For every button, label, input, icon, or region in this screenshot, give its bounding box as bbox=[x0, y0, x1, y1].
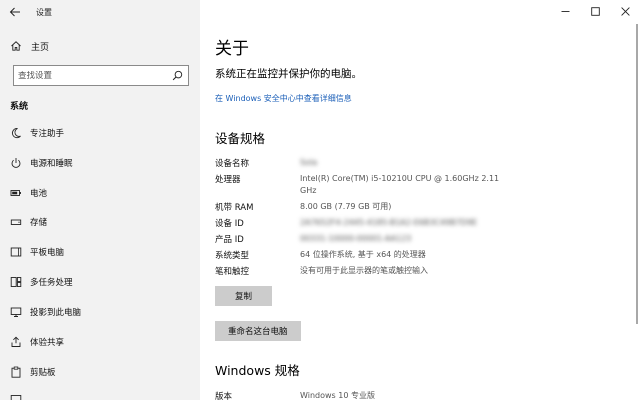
multitask-icon bbox=[10, 276, 22, 288]
home-icon bbox=[11, 41, 21, 51]
spec-value: Windows 10 专业版 bbox=[300, 391, 375, 400]
sidebar-item-label: 电池 bbox=[30, 189, 48, 199]
sidebar-item-shared-experiences[interactable]: 体验共享 bbox=[0, 330, 200, 354]
spec-value: 2A7652F4-2445-4185-B1A2-E6B3C49B7D9E bbox=[300, 218, 478, 227]
share-icon bbox=[10, 336, 22, 348]
back-arrow-icon bbox=[9, 7, 20, 17]
battery-icon bbox=[10, 187, 22, 199]
spec-key: 笔和触控 bbox=[215, 267, 250, 277]
close-icon bbox=[620, 6, 630, 16]
tablet-icon bbox=[10, 246, 22, 258]
app-title: 设置 bbox=[36, 7, 52, 17]
spec-key: 机带 RAM bbox=[215, 203, 254, 213]
spec-key: 系统类型 bbox=[215, 251, 250, 261]
sidebar: 设置 主页 系统 专注助手 电源和睡眠 电池 存储 平板电脑 多任务处理 投影到… bbox=[0, 0, 200, 400]
spec-row-device-id: 设备 ID 2A7652F4-2445-4185-B1A2-E6B3C49B7D… bbox=[215, 217, 510, 229]
back-button[interactable] bbox=[0, 0, 30, 24]
window-controls bbox=[550, 0, 640, 22]
sidebar-item-label: 剪贴板 bbox=[30, 368, 56, 378]
titlebar-left: 设置 bbox=[0, 0, 200, 24]
spec-row-processor: 处理器 Intel(R) Core(TM) i5-10210U CPU @ 1.… bbox=[215, 173, 510, 197]
protection-status-text: 系统正在监控并保护你的电脑。 bbox=[215, 68, 362, 80]
maximize-button[interactable] bbox=[580, 0, 610, 22]
scrollbar[interactable] bbox=[636, 24, 638, 324]
search-input[interactable] bbox=[14, 70, 164, 81]
power-icon bbox=[10, 157, 22, 169]
sidebar-item-label: 专注助手 bbox=[30, 129, 65, 139]
main-content: 关于 系统正在监控并保护你的电脑。 在 Windows 安全中心中查看详细信息 … bbox=[200, 0, 640, 400]
spec-key: 设备 ID bbox=[215, 219, 244, 229]
sidebar-item-power-sleep[interactable]: 电源和睡眠 bbox=[0, 151, 200, 175]
device-specs-heading: 设备规格 bbox=[215, 131, 266, 146]
spec-value: 00331-10000-00001-AA123 bbox=[300, 234, 412, 243]
clipboard-icon bbox=[10, 366, 22, 378]
spec-key: 版本 bbox=[215, 392, 233, 400]
windows-specs-heading: Windows 规格 bbox=[215, 363, 300, 378]
sidebar-item-label: 体验共享 bbox=[30, 338, 65, 348]
sidebar-item-label: 主页 bbox=[31, 42, 50, 53]
copy-button[interactable]: 复制 bbox=[215, 286, 272, 306]
spec-row-device-name: 设备名称 Sola bbox=[215, 157, 510, 169]
search-box[interactable] bbox=[13, 65, 189, 86]
projector-icon bbox=[10, 306, 22, 318]
spec-row-system-type: 系统类型 64 位操作系统, 基于 x64 的处理器 bbox=[215, 249, 510, 261]
close-button[interactable] bbox=[610, 0, 640, 22]
sidebar-item-project-to-pc[interactable]: 投影到此电脑 bbox=[0, 300, 200, 324]
sidebar-item-tablet[interactable]: 平板电脑 bbox=[0, 240, 200, 264]
spec-row-ram: 机带 RAM 8.00 GB (7.79 GB 可用) bbox=[215, 201, 510, 213]
spec-row-edition: 版本 Windows 10 专业版 bbox=[215, 390, 510, 400]
spec-key: 处理器 bbox=[215, 175, 241, 185]
spec-value: 64 位操作系统, 基于 x64 的处理器 bbox=[300, 250, 426, 259]
sidebar-item-focus-assist[interactable]: 专注助手 bbox=[0, 121, 200, 145]
sidebar-item-clipboard[interactable]: 剪贴板 bbox=[0, 360, 200, 384]
spec-row-pen-touch: 笔和触控 没有可用于此显示器的笔或触控输入 bbox=[215, 265, 510, 277]
sidebar-item-remote-desktop[interactable] bbox=[0, 388, 200, 400]
minimize-button[interactable] bbox=[550, 0, 580, 22]
spec-row-product-id: 产品 ID 00331-10000-00001-AA123 bbox=[215, 233, 510, 245]
spec-key: 设备名称 bbox=[215, 159, 250, 169]
sidebar-item-label: 存储 bbox=[30, 218, 48, 228]
remote-desktop-icon bbox=[10, 394, 22, 400]
sidebar-item-storage[interactable]: 存储 bbox=[0, 210, 200, 234]
section-label: 系统 bbox=[10, 102, 29, 112]
storage-icon bbox=[10, 216, 22, 228]
minimize-icon bbox=[561, 10, 569, 12]
sidebar-item-label: 平板电脑 bbox=[30, 248, 65, 258]
sidebar-item-label: 电源和睡眠 bbox=[30, 159, 73, 169]
sidebar-item-label: 多任务处理 bbox=[30, 278, 73, 288]
spec-key: 产品 ID bbox=[215, 235, 244, 245]
spec-value: 8.00 GB (7.79 GB 可用) bbox=[300, 202, 392, 211]
moon-icon bbox=[10, 127, 22, 139]
sidebar-item-label: 投影到此电脑 bbox=[30, 308, 82, 318]
spec-value: Intel(R) Core(TM) i5-10210U CPU @ 1.60GH… bbox=[300, 174, 500, 195]
spec-value: Sola bbox=[300, 158, 318, 167]
page-title: 关于 bbox=[215, 39, 249, 59]
sidebar-item-multitasking[interactable]: 多任务处理 bbox=[0, 270, 200, 294]
windows-security-link[interactable]: 在 Windows 安全中心中查看详细信息 bbox=[215, 93, 352, 104]
spec-value: 没有可用于此显示器的笔或触控输入 bbox=[300, 266, 428, 275]
search-icon[interactable] bbox=[172, 70, 183, 81]
maximize-icon bbox=[590, 6, 600, 16]
sidebar-item-battery[interactable]: 电池 bbox=[0, 181, 200, 205]
rename-pc-button[interactable]: 重命名这台电脑 bbox=[215, 321, 301, 341]
sidebar-item-home[interactable]: 主页 bbox=[0, 36, 200, 56]
